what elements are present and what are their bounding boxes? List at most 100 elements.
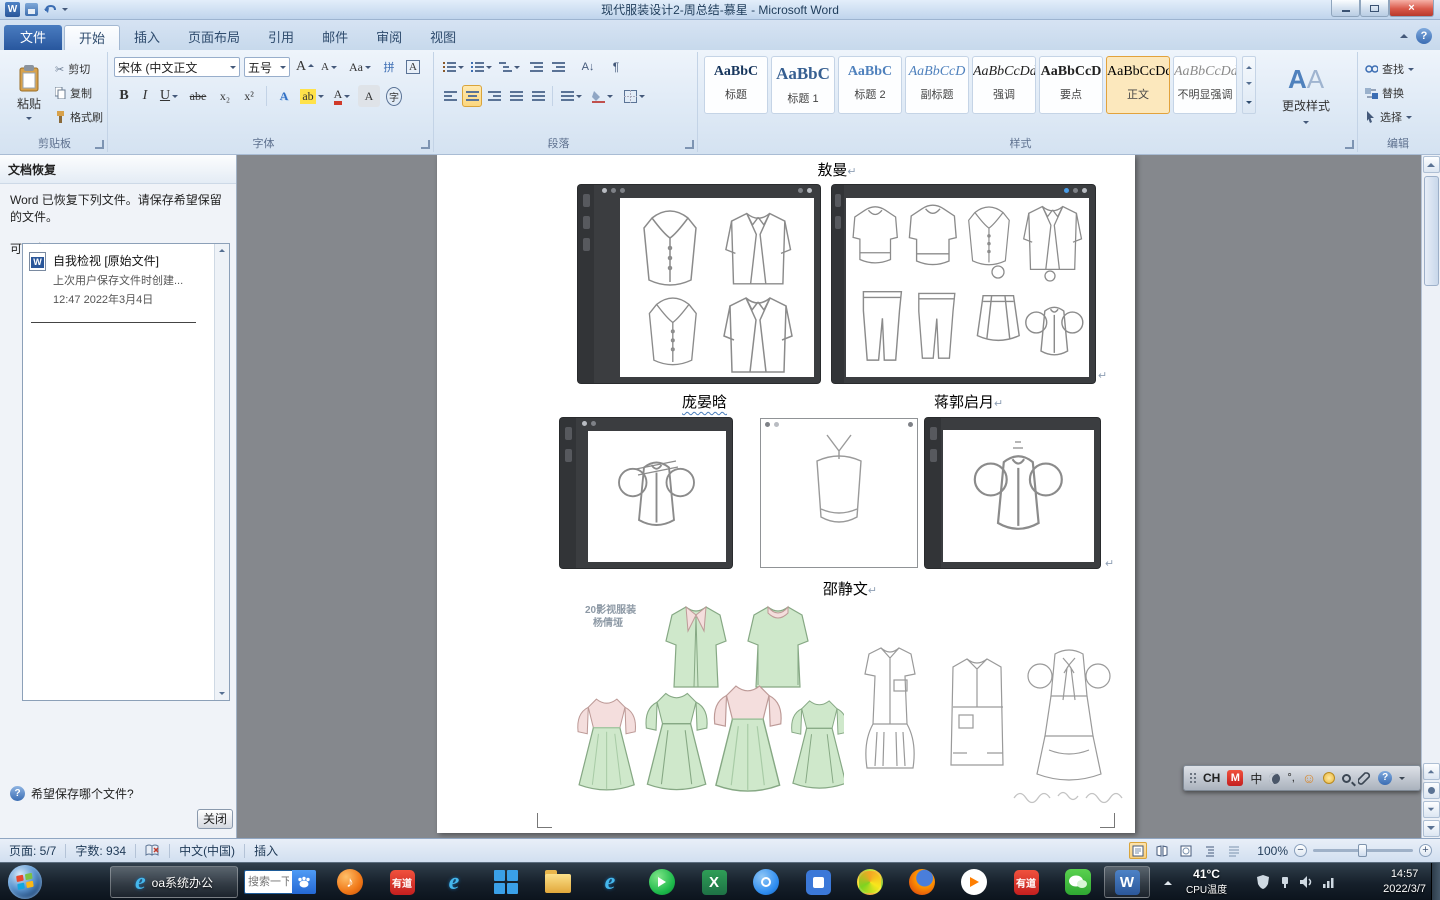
font-dialog-launcher[interactable] xyxy=(421,140,430,149)
borders-button[interactable] xyxy=(620,85,648,107)
zoom-in-button[interactable]: + xyxy=(1419,844,1432,857)
align-center-button[interactable] xyxy=(462,85,482,107)
align-right-button[interactable] xyxy=(484,85,504,107)
taskbar-firefox-button[interactable] xyxy=(898,866,946,898)
tab-references[interactable]: 引用 xyxy=(254,25,308,50)
outline-view-button[interactable] xyxy=(1201,842,1219,859)
tab-file[interactable]: 文件 xyxy=(4,25,62,50)
highlight-color-button[interactable]: ab xyxy=(298,85,326,107)
ime-m-icon[interactable]: M xyxy=(1227,770,1243,786)
document-page[interactable]: 敖曼↵ xyxy=(437,155,1135,833)
align-left-button[interactable] xyxy=(440,85,460,107)
style-subtle-emphasis[interactable]: AaBbCcDd不明显强调 xyxy=(1173,56,1237,114)
page-indicator[interactable]: 页面: 5/7 xyxy=(0,842,65,859)
fullwidth-moon-icon[interactable] xyxy=(1269,773,1280,784)
taskbar-ie-button[interactable]: e xyxy=(430,866,478,898)
scroll-up-button[interactable] xyxy=(1423,156,1440,173)
start-button[interactable] xyxy=(8,865,42,899)
text-effects-button[interactable]: A xyxy=(272,85,296,107)
taskbar-colorful-app-button[interactable] xyxy=(846,866,894,898)
numbering-button[interactable] xyxy=(468,57,494,77)
taskbar-word-button[interactable]: W xyxy=(1104,866,1150,898)
cut-button[interactable]: ✂剪切 xyxy=(52,58,104,80)
scrollbar-thumb[interactable] xyxy=(1424,176,1439,286)
power-plug-icon[interactable] xyxy=(1274,867,1296,897)
tab-view[interactable]: 视图 xyxy=(416,25,470,50)
zoom-out-button[interactable]: − xyxy=(1294,844,1307,857)
volume-icon[interactable] xyxy=(1296,867,1318,897)
taskbar-ie-window-button[interactable]: e oa系统办公 xyxy=(110,866,238,898)
select-browse-object-button[interactable] xyxy=(1423,782,1440,799)
gallery-up-icon[interactable] xyxy=(1246,63,1252,69)
language-mode-indicator[interactable]: CH xyxy=(1203,771,1220,785)
tab-review[interactable]: 审阅 xyxy=(362,25,416,50)
taskbar-iqiyi-button[interactable] xyxy=(638,866,686,898)
style-gallery-scroll[interactable] xyxy=(1242,56,1256,114)
style-heading2[interactable]: AaBbC标题 2 xyxy=(838,56,902,114)
taskbar-blue-square-app-button[interactable] xyxy=(794,866,842,898)
bold-button[interactable]: B xyxy=(114,85,134,107)
font-size-combo[interactable]: 五号 xyxy=(244,57,290,77)
underline-button[interactable]: U xyxy=(156,85,182,107)
character-border-button[interactable]: A xyxy=(402,57,424,77)
list-scroll-up-icon[interactable] xyxy=(219,246,225,252)
recovery-close-button[interactable]: 关闭 xyxy=(197,809,233,829)
style-normal[interactable]: AaBbCcDd正文 xyxy=(1106,56,1170,114)
chinese-mode-indicator[interactable]: 中 xyxy=(1250,770,1262,787)
word-count[interactable]: 字数: 934 xyxy=(66,842,135,859)
help-icon[interactable]: ? xyxy=(1416,28,1432,44)
tab-insert[interactable]: 插入 xyxy=(120,25,174,50)
taskbar-tiles-app-button[interactable] xyxy=(482,866,530,898)
tab-page-layout[interactable]: 页面布局 xyxy=(174,25,254,50)
enclose-characters-button[interactable]: 字 xyxy=(382,85,406,107)
italic-button[interactable]: I xyxy=(136,85,154,107)
insert-mode-indicator[interactable]: 插入 xyxy=(245,842,287,859)
coin-icon[interactable] xyxy=(1323,772,1335,784)
gallery-more-icon[interactable] xyxy=(1246,101,1252,107)
character-shading-button[interactable]: A xyxy=(358,85,380,107)
cpu-temperature-widget[interactable]: 41°C CPU温度 xyxy=(1186,867,1227,896)
paragraph-dialog-launcher[interactable] xyxy=(685,140,694,149)
replace-button[interactable]: 替换 xyxy=(1362,82,1434,104)
document-scrollbar[interactable] xyxy=(1421,155,1440,838)
copy-button[interactable]: 复制 xyxy=(52,82,104,104)
emoji-smiley-icon[interactable]: ☺ xyxy=(1302,770,1316,786)
previous-page-button[interactable] xyxy=(1423,763,1440,780)
scroll-down-button[interactable] xyxy=(1423,820,1440,837)
distribute-button[interactable] xyxy=(528,85,548,107)
tab-home[interactable]: 开始 xyxy=(64,25,120,50)
taskbar-tencent-video-button[interactable] xyxy=(950,866,998,898)
next-page-button[interactable] xyxy=(1423,801,1440,818)
justify-button[interactable] xyxy=(506,85,526,107)
proofing-status-icon[interactable] xyxy=(136,844,169,857)
change-styles-button[interactable]: AA 更改样式 xyxy=(1264,56,1348,136)
wrench-settings-icon[interactable] xyxy=(1358,772,1371,785)
decrease-indent-button[interactable] xyxy=(526,57,546,77)
change-case-button[interactable]: Aa xyxy=(346,57,374,77)
taskbar-clock[interactable]: 14:57 2022/3/7 xyxy=(1383,867,1426,897)
list-scrollbar[interactable] xyxy=(214,244,229,700)
select-button[interactable]: 选择 xyxy=(1362,106,1434,128)
tray-show-hidden-icons-button[interactable] xyxy=(1158,866,1178,898)
minimize-button[interactable] xyxy=(1331,0,1360,17)
line-spacing-button[interactable] xyxy=(558,85,584,107)
font-name-combo[interactable]: 宋体 (中文正文 xyxy=(114,57,240,77)
style-heading[interactable]: AaBbC标题 xyxy=(704,56,768,114)
taskbar-media-player-button[interactable]: ♪ xyxy=(326,866,374,898)
tab-mailings[interactable]: 邮件 xyxy=(308,25,362,50)
taskbar-explorer-button[interactable] xyxy=(534,866,582,898)
show-marks-button[interactable]: ¶ xyxy=(606,57,626,77)
taskbar-wechat-button[interactable] xyxy=(1054,866,1102,898)
network-icon[interactable] xyxy=(1318,867,1340,897)
maximize-button[interactable] xyxy=(1360,0,1389,17)
gallery-down-icon[interactable] xyxy=(1246,82,1252,88)
show-desktop-button[interactable] xyxy=(1431,863,1440,900)
styles-dialog-launcher[interactable] xyxy=(1345,140,1354,149)
paste-button[interactable]: 粘贴 xyxy=(8,56,50,132)
increase-indent-button[interactable] xyxy=(548,57,568,77)
style-heading1[interactable]: AaBbC标题 1 xyxy=(771,56,835,114)
phonetic-guide-button[interactable]: 拼 xyxy=(378,57,400,77)
clipboard-dialog-launcher[interactable] xyxy=(95,140,104,149)
subscript-button[interactable]: x₂ xyxy=(214,85,236,107)
help-icon[interactable]: ? xyxy=(1378,771,1392,785)
